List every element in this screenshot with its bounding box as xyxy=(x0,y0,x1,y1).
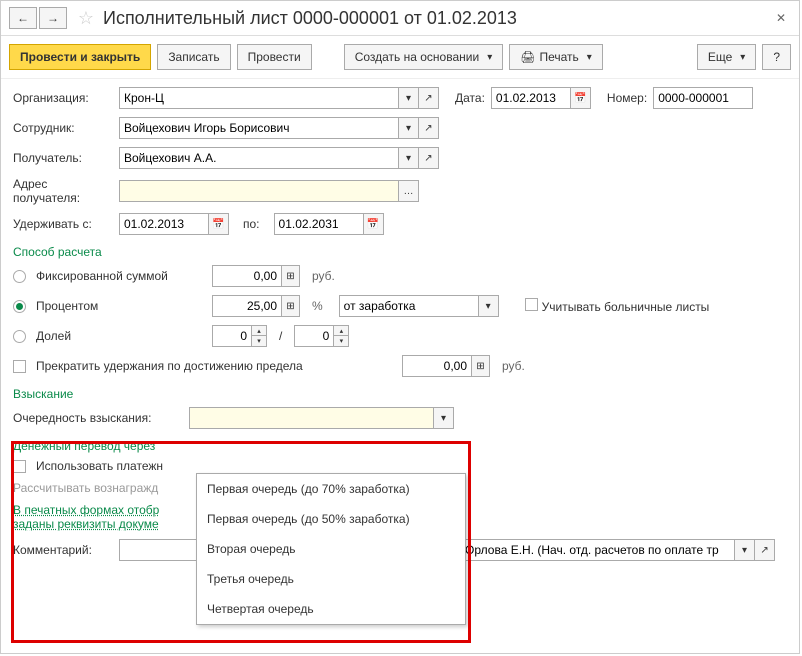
close-button[interactable]: ✕ xyxy=(771,8,791,28)
priority-option-2[interactable]: Вторая очередь xyxy=(197,534,465,564)
recipient-input[interactable] xyxy=(119,147,399,169)
back-button[interactable]: ← xyxy=(9,7,37,29)
earnings-select[interactable] xyxy=(339,295,479,317)
post-and-close-button[interactable]: Провести и закрыть xyxy=(9,44,151,70)
number-input[interactable] xyxy=(653,87,753,109)
number-label: Номер: xyxy=(607,91,647,105)
calc-icon-3[interactable]: ⊞ xyxy=(472,355,490,377)
favorite-icon[interactable]: ☆ xyxy=(77,9,95,27)
org-input[interactable] xyxy=(119,87,399,109)
printer-icon xyxy=(520,50,535,64)
more-button[interactable]: Еще xyxy=(697,44,756,70)
to-date-input[interactable] xyxy=(274,213,364,235)
priority-option-1[interactable]: Первая очередь (до 50% заработка) xyxy=(197,504,465,534)
shares-radio[interactable] xyxy=(13,330,26,343)
share-num-input[interactable] xyxy=(212,325,252,347)
priority-dropdown-btn[interactable]: ▾ xyxy=(434,407,454,429)
share-den-input[interactable] xyxy=(294,325,334,347)
withhold-from-label: Удерживать с: xyxy=(13,217,113,231)
fixed-sum-input[interactable] xyxy=(212,265,282,287)
rub-unit: руб. xyxy=(312,269,335,283)
comment-label: Комментарий: xyxy=(13,543,113,557)
responsible-dropdown-btn[interactable]: ▾ xyxy=(735,539,755,561)
print-forms-link[interactable]: В печатных формах отобр заданы реквизиты… xyxy=(13,503,159,531)
recipient-addr-edit-btn[interactable]: … xyxy=(399,180,419,202)
employee-open-btn[interactable]: ↗ xyxy=(419,117,439,139)
fixed-sum-label: Фиксированной суммой xyxy=(36,269,206,283)
from-date-input[interactable] xyxy=(119,213,209,235)
help-button[interactable]: ? xyxy=(762,44,791,70)
calc-method-header: Способ расчета xyxy=(13,245,787,259)
recipient-dropdown-btn[interactable]: ▾ xyxy=(399,147,419,169)
post-button[interactable]: Провести xyxy=(237,44,312,70)
use-agent-label: Использовать платежн xyxy=(36,459,163,473)
calc-icon-2[interactable]: ⊞ xyxy=(282,295,300,317)
priority-option-4[interactable]: Четвертая очередь xyxy=(197,594,465,624)
priority-label: Очередность взыскания: xyxy=(13,411,183,425)
priority-option-0[interactable]: Первая очередь (до 70% заработка) xyxy=(197,474,465,504)
to-label: по: xyxy=(243,217,260,231)
recipient-addr-label: Адрес получателя: xyxy=(13,177,113,205)
pct-unit: % xyxy=(312,299,323,313)
collection-header: Взыскание xyxy=(13,387,787,401)
calc-icon[interactable]: ⊞ xyxy=(282,265,300,287)
priority-input[interactable] xyxy=(189,407,434,429)
calc-reward-label: Рассчитывать вознагражд xyxy=(13,481,158,495)
org-label: Организация: xyxy=(13,91,113,105)
date-label: Дата: xyxy=(455,91,485,105)
org-dropdown-btn[interactable]: ▾ xyxy=(399,87,419,109)
rub-unit-2: руб. xyxy=(502,359,525,373)
employee-label: Сотрудник: xyxy=(13,121,113,135)
save-button[interactable]: Записать xyxy=(157,44,230,70)
fixed-sum-radio[interactable] xyxy=(13,270,26,283)
print-button[interactable]: Печать xyxy=(509,44,603,70)
create-based-on-button[interactable]: Создать на основании xyxy=(344,44,504,70)
responsible-input[interactable] xyxy=(460,539,735,561)
sick-leave-checkbox[interactable] xyxy=(525,298,538,311)
from-date-cal-btn[interactable] xyxy=(209,213,229,235)
stop-limit-checkbox[interactable] xyxy=(13,360,26,373)
recipient-open-btn[interactable]: ↗ xyxy=(419,147,439,169)
percent-label: Процентом xyxy=(36,299,206,313)
share-num-spinner[interactable]: ▴▾ xyxy=(252,325,267,347)
recipient-label: Получатель: xyxy=(13,151,113,165)
stop-limit-label: Прекратить удержания по достижению преде… xyxy=(36,359,336,373)
earnings-dropdown-btn[interactable]: ▾ xyxy=(479,295,499,317)
org-open-btn[interactable]: ↗ xyxy=(419,87,439,109)
limit-input[interactable] xyxy=(402,355,472,377)
employee-dropdown-btn[interactable]: ▾ xyxy=(399,117,419,139)
priority-dropdown-list: Первая очередь (до 70% заработка) Первая… xyxy=(196,473,466,625)
employee-input[interactable] xyxy=(119,117,399,139)
recipient-addr-input[interactable] xyxy=(119,180,399,202)
percent-input[interactable] xyxy=(212,295,282,317)
transfer-header: Денежный перевод через xyxy=(13,439,787,453)
shares-label: Долей xyxy=(36,329,206,343)
use-agent-checkbox[interactable] xyxy=(13,460,26,473)
date-input[interactable] xyxy=(491,87,571,109)
window-title: Исполнительный лист 0000-000001 от 01.02… xyxy=(103,8,771,29)
sick-leave-label: Учитывать больничные листы xyxy=(542,300,710,314)
date-calendar-btn[interactable] xyxy=(571,87,591,109)
to-date-cal-btn[interactable] xyxy=(364,213,384,235)
responsible-open-btn[interactable]: ↗ xyxy=(755,539,775,561)
forward-button[interactable]: → xyxy=(39,7,67,29)
percent-radio[interactable] xyxy=(13,300,26,313)
share-den-spinner[interactable]: ▴▾ xyxy=(334,325,349,347)
priority-option-3[interactable]: Третья очередь xyxy=(197,564,465,594)
